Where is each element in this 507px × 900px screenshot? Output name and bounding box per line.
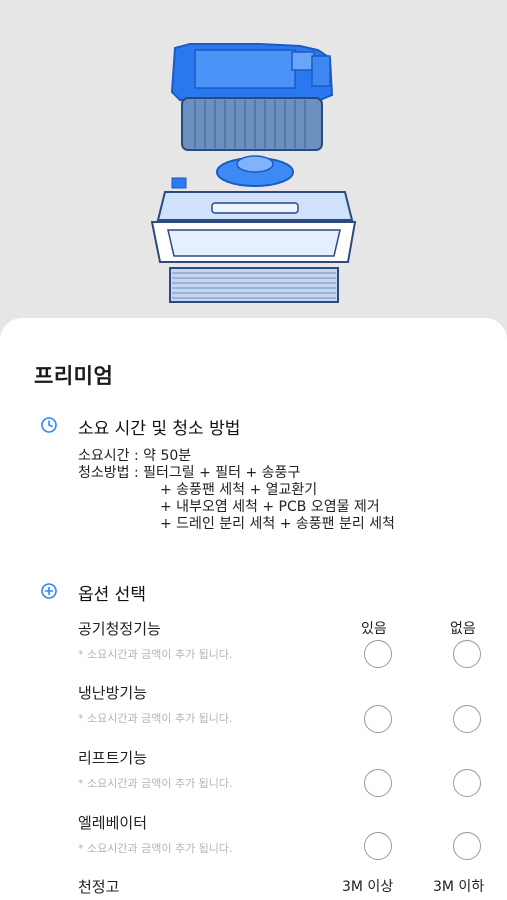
radio-heating-cooling-no[interactable] xyxy=(453,705,481,733)
clock-icon xyxy=(40,416,58,434)
option-label-ceiling-height: 천정고 xyxy=(78,878,120,896)
radio-elevator-yes[interactable] xyxy=(364,832,392,860)
column-header-yes: 있음 xyxy=(361,621,387,637)
option-label-air-purifier: 공기청정기능 xyxy=(78,620,161,638)
column-header-3m-below: 3M 이하 xyxy=(433,879,485,895)
option-note-lift: * 소요시간과 금액이 추가 됩니다. xyxy=(78,777,233,790)
method-line-3: + 내부오염 세척 + PCB 오염물 제거 xyxy=(160,499,380,515)
radio-lift-yes[interactable] xyxy=(364,769,392,797)
duration-section-title: 소요 시간 및 청소 방법 xyxy=(78,419,241,439)
product-title: 프리미엄 xyxy=(34,364,114,388)
option-label-lift: 리프트기능 xyxy=(78,749,148,767)
radio-lift-no[interactable] xyxy=(453,769,481,797)
column-header-no: 없음 xyxy=(450,621,476,637)
method-line-4: + 드레인 분리 세척 + 송풍팬 분리 세척 xyxy=(160,516,395,532)
option-label-elevator: 엘레베이터 xyxy=(78,814,148,832)
option-note-heating-cooling: * 소요시간과 금액이 추가 됩니다. xyxy=(78,712,233,725)
radio-elevator-no[interactable] xyxy=(453,832,481,860)
method-text: 청소방법 : 필터그릴 + 필터 + 송풍구 xyxy=(78,465,301,481)
option-note-air-purifier: * 소요시간과 금액이 추가 됩니다. xyxy=(78,648,233,661)
radio-air-purifier-no[interactable] xyxy=(453,640,481,668)
plus-circle-icon xyxy=(40,582,58,600)
column-header-3m-above: 3M 이상 xyxy=(342,879,394,895)
content-sheet: 프리미엄 소요 시간 및 청소 방법 소요시간 : 약 50분 청소방법 : 필… xyxy=(0,318,507,900)
method-line-2: + 송풍팬 세척 + 열교환기 xyxy=(160,482,318,498)
option-label-heating-cooling: 냉난방기능 xyxy=(78,684,148,702)
cleaning-info: 소요시간 : 약 50분 청소방법 : 필터그릴 + 필터 + 송풍구 + 송풍… xyxy=(78,448,395,533)
radio-air-purifier-yes[interactable] xyxy=(364,640,392,668)
aircon-exploded-illustration xyxy=(150,43,357,303)
hero-image xyxy=(0,0,507,340)
duration-text: 소요시간 : 약 50분 xyxy=(78,448,192,464)
radio-heating-cooling-yes[interactable] xyxy=(364,705,392,733)
options-section-title: 옵션 선택 xyxy=(78,585,146,605)
option-note-elevator: * 소요시간과 금액이 추가 됩니다. xyxy=(78,842,233,855)
